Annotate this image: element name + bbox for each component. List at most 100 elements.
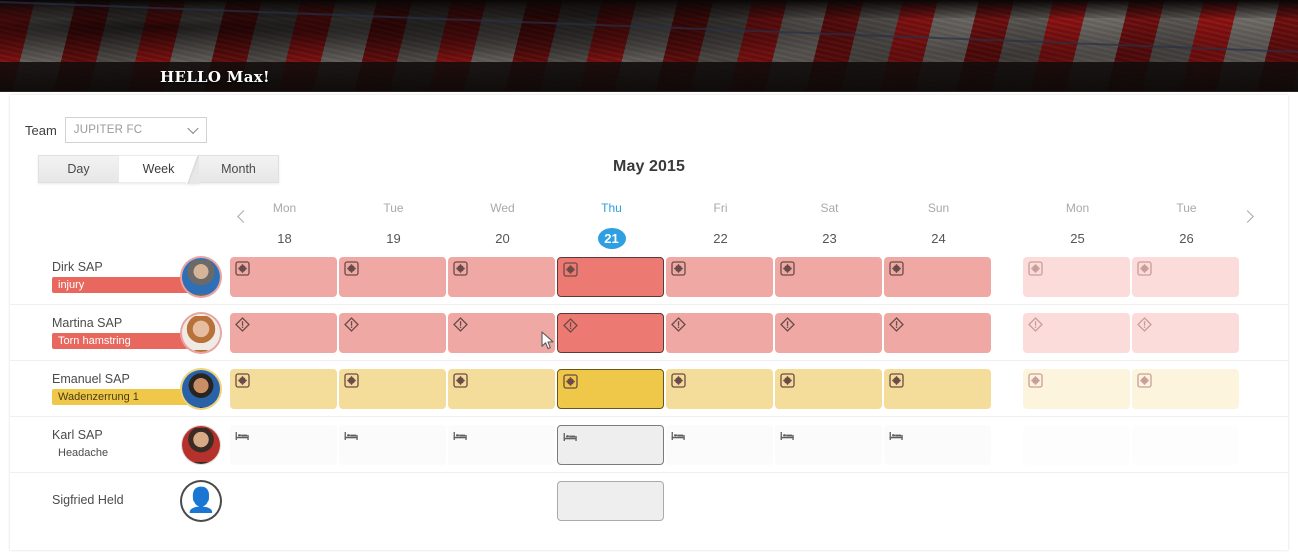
calendar-cell[interactable] bbox=[1132, 312, 1241, 353]
status-block[interactable] bbox=[666, 368, 773, 409]
calendar-cell[interactable] bbox=[1132, 424, 1241, 465]
status-block[interactable] bbox=[1132, 368, 1239, 409]
calendar-cell[interactable] bbox=[448, 481, 557, 521]
status-block[interactable] bbox=[1023, 481, 1130, 521]
status-block[interactable] bbox=[339, 481, 446, 521]
calendar-cell[interactable] bbox=[339, 312, 448, 353]
status-block[interactable] bbox=[666, 481, 773, 521]
status-block[interactable] bbox=[884, 368, 991, 409]
day-column-header[interactable]: Wed 20 bbox=[448, 195, 557, 249]
status-block[interactable] bbox=[884, 481, 991, 521]
calendar-cell[interactable] bbox=[448, 424, 557, 465]
calendar-cell[interactable] bbox=[339, 256, 448, 297]
day-column-header[interactable]: Fri 22 bbox=[666, 195, 775, 249]
calendar-cell[interactable] bbox=[1023, 368, 1132, 409]
calendar-cell[interactable] bbox=[230, 368, 339, 409]
calendar-cell[interactable] bbox=[557, 424, 666, 465]
calendar-cell[interactable] bbox=[557, 256, 666, 297]
status-block[interactable] bbox=[775, 256, 882, 297]
avatar[interactable] bbox=[182, 257, 220, 296]
calendar-cell[interactable] bbox=[1023, 424, 1132, 465]
calendar-cell[interactable] bbox=[230, 481, 339, 521]
status-block[interactable] bbox=[339, 368, 446, 409]
chevron-left-icon[interactable] bbox=[232, 205, 254, 227]
calendar-cell[interactable] bbox=[230, 424, 339, 465]
calendar-cell[interactable] bbox=[775, 368, 884, 409]
status-block[interactable] bbox=[666, 256, 773, 297]
status-block[interactable] bbox=[666, 312, 773, 353]
calendar-cell[interactable] bbox=[666, 481, 775, 521]
avatar[interactable]: 👤 bbox=[182, 482, 220, 520]
calendar-cell[interactable] bbox=[775, 312, 884, 353]
avatar[interactable] bbox=[182, 425, 220, 464]
status-block[interactable] bbox=[230, 481, 337, 521]
status-block[interactable] bbox=[339, 424, 446, 465]
calendar-cell[interactable] bbox=[884, 481, 993, 521]
status-block[interactable] bbox=[775, 424, 882, 465]
calendar-cell[interactable] bbox=[1132, 256, 1241, 297]
status-block[interactable] bbox=[448, 312, 555, 353]
calendar-cell[interactable] bbox=[666, 312, 775, 353]
status-block-today[interactable] bbox=[557, 256, 664, 297]
status-block[interactable] bbox=[1023, 256, 1130, 297]
calendar-cell[interactable] bbox=[1132, 481, 1241, 521]
calendar-cell[interactable] bbox=[775, 256, 884, 297]
calendar-cell[interactable] bbox=[1132, 368, 1241, 409]
status-block[interactable] bbox=[1023, 424, 1130, 465]
status-block-today[interactable] bbox=[557, 424, 664, 465]
chevron-right-icon[interactable] bbox=[1236, 205, 1258, 227]
status-block[interactable] bbox=[884, 424, 991, 465]
day-column-header[interactable]: Tue 19 bbox=[339, 195, 448, 249]
calendar-cell[interactable] bbox=[884, 312, 993, 353]
status-block[interactable] bbox=[448, 481, 555, 521]
status-block[interactable] bbox=[1132, 481, 1239, 521]
status-block[interactable] bbox=[1023, 312, 1130, 353]
calendar-cell[interactable] bbox=[666, 424, 775, 465]
status-block[interactable] bbox=[339, 256, 446, 297]
status-block[interactable] bbox=[230, 424, 337, 465]
calendar-cell[interactable] bbox=[884, 424, 993, 465]
calendar-cell[interactable] bbox=[884, 256, 993, 297]
status-block[interactable] bbox=[448, 368, 555, 409]
team-select[interactable]: JUPITER FC bbox=[64, 117, 207, 143]
status-block-today[interactable] bbox=[557, 481, 664, 521]
calendar-cell[interactable] bbox=[666, 368, 775, 409]
calendar-cell[interactable] bbox=[557, 312, 666, 353]
day-column-header[interactable]: Sat 23 bbox=[775, 195, 884, 249]
calendar-cell[interactable] bbox=[448, 312, 557, 353]
calendar-cell[interactable] bbox=[448, 256, 557, 297]
status-block[interactable] bbox=[230, 256, 337, 297]
status-block[interactable] bbox=[230, 368, 337, 409]
calendar-cell[interactable] bbox=[230, 256, 339, 297]
calendar-cell[interactable] bbox=[448, 368, 557, 409]
day-column-header[interactable]: Mon 25 bbox=[1023, 195, 1132, 249]
avatar[interactable] bbox=[182, 313, 220, 352]
calendar-cell[interactable] bbox=[557, 368, 666, 409]
day-column-header[interactable]: Tue 26 bbox=[1132, 195, 1241, 249]
status-block[interactable] bbox=[666, 424, 773, 465]
status-block-today[interactable] bbox=[557, 368, 664, 409]
calendar-cell[interactable] bbox=[230, 312, 339, 353]
calendar-cell[interactable] bbox=[1023, 256, 1132, 297]
status-block[interactable] bbox=[884, 312, 991, 353]
status-block[interactable] bbox=[775, 312, 882, 353]
avatar[interactable] bbox=[182, 369, 220, 408]
calendar-cell[interactable] bbox=[666, 256, 775, 297]
status-block[interactable] bbox=[448, 424, 555, 465]
calendar-cell[interactable] bbox=[884, 368, 993, 409]
status-block[interactable] bbox=[1132, 256, 1239, 297]
status-block[interactable] bbox=[884, 256, 991, 297]
status-block[interactable] bbox=[775, 368, 882, 409]
status-block-today[interactable] bbox=[557, 312, 664, 353]
calendar-cell[interactable] bbox=[1023, 481, 1132, 521]
calendar-cell[interactable] bbox=[775, 481, 884, 521]
calendar-cell[interactable] bbox=[1023, 312, 1132, 353]
day-column-header[interactable]: Thu 21 bbox=[557, 195, 666, 249]
day-column-header[interactable]: Sun 24 bbox=[884, 195, 993, 249]
calendar-cell[interactable] bbox=[775, 424, 884, 465]
calendar-cell[interactable] bbox=[557, 481, 666, 521]
status-block[interactable] bbox=[1132, 424, 1239, 465]
status-block[interactable] bbox=[230, 312, 337, 353]
status-block[interactable] bbox=[448, 256, 555, 297]
status-block[interactable] bbox=[1132, 312, 1239, 353]
